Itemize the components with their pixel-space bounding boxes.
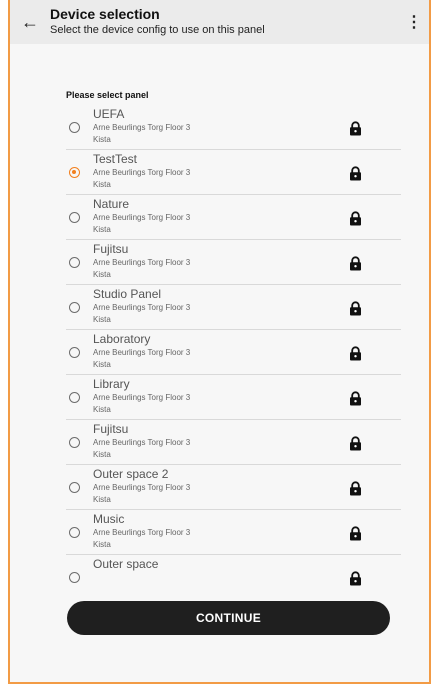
panel-name: Outer space xyxy=(93,557,159,571)
lock-icon xyxy=(349,121,362,136)
panel-address: Arne Beurlings Torg Floor 3 xyxy=(93,258,191,267)
list-item[interactable]: Fujitsu Arne Beurlings Torg Floor 3 Kista xyxy=(66,420,401,465)
list-item[interactable]: UEFA Arne Beurlings Torg Floor 3 Kista xyxy=(66,105,401,150)
page-subtitle: Select the device config to use on this … xyxy=(50,24,265,36)
radio-button[interactable] xyxy=(69,212,80,223)
app-frame: ← Device selection Select the device con… xyxy=(8,0,431,684)
radio-button[interactable] xyxy=(69,572,80,583)
list-item[interactable]: Laboratory Arne Beurlings Torg Floor 3 Kis… xyxy=(66,330,401,375)
panel-name: Laboratory xyxy=(93,332,151,346)
lock-icon xyxy=(349,211,362,226)
lock-icon xyxy=(349,166,362,181)
panel-address: Arne Beurlings Torg Floor 3 xyxy=(93,303,191,312)
radio-button[interactable] xyxy=(69,527,80,538)
panel-name: Nature xyxy=(93,197,130,211)
list-item[interactable]: Outer space xyxy=(66,555,401,593)
lock-icon xyxy=(349,301,362,316)
radio-button[interactable] xyxy=(69,302,80,313)
panel-city: Kista xyxy=(93,540,111,549)
panel-address: Arne Beurlings Torg Floor 3 xyxy=(93,213,191,222)
panel-name: Music xyxy=(93,512,125,526)
more-options-button[interactable]: ⋮ xyxy=(399,0,429,44)
panel-city: Kista xyxy=(93,495,111,504)
list-item[interactable]: TestTest Arne Beurlings Torg Floor 3 Kista xyxy=(66,150,401,195)
panel-city: Kista xyxy=(93,180,111,189)
page-title: Device selection xyxy=(50,6,160,22)
list-label: Please select panel xyxy=(66,90,149,100)
list-item[interactable]: Studio Panel Arne Beurlings Torg Floor 3 K… xyxy=(66,285,401,330)
list-item[interactable]: Nature Arne Beurlings Torg Floor 3 Kista xyxy=(66,195,401,240)
lock-icon xyxy=(349,436,362,451)
panel-list[interactable]: UEFA Arne Beurlings Torg Floor 3 Kista Test… xyxy=(66,105,401,593)
lock-icon xyxy=(349,256,362,271)
more-vertical-icon: ⋮ xyxy=(406,14,422,31)
radio-button[interactable] xyxy=(69,167,80,178)
radio-button[interactable] xyxy=(69,122,80,133)
panel-name: Studio Panel xyxy=(93,287,162,301)
lock-icon xyxy=(349,481,362,496)
panel-name: TestTest xyxy=(93,152,138,166)
header-titles: Device selection Select the device confi… xyxy=(50,0,399,38)
list-item[interactable]: Library Arne Beurlings Torg Floor 3 Kista xyxy=(66,375,401,420)
radio-button[interactable] xyxy=(69,482,80,493)
lock-icon xyxy=(349,346,362,361)
radio-button[interactable] xyxy=(69,257,80,268)
radio-button[interactable] xyxy=(69,347,80,358)
panel-city: Kista xyxy=(93,135,111,144)
panel-address: Arne Beurlings Torg Floor 3 xyxy=(93,438,191,447)
list-item[interactable]: Fujitsu Arne Beurlings Torg Floor 3 Kista xyxy=(66,240,401,285)
lock-icon xyxy=(349,526,362,541)
panel-city: Kista xyxy=(93,225,111,234)
panel-city: Kista xyxy=(93,270,111,279)
list-item[interactable]: Outer space 2 Arne Beurlings Torg Floor 3… xyxy=(66,465,401,510)
panel-name: UEFA xyxy=(93,107,125,121)
app-bar: ← Device selection Select the device con… xyxy=(10,0,429,44)
panel-address: Arne Beurlings Torg Floor 3 xyxy=(93,528,191,537)
panel-address: Arne Beurlings Torg Floor 3 xyxy=(93,168,191,177)
panel-address: Arne Beurlings Torg Floor 3 xyxy=(93,393,191,402)
panel-address: Arne Beurlings Torg Floor 3 xyxy=(93,483,191,492)
list-item[interactable]: Music Arne Beurlings Torg Floor 3 Kista xyxy=(66,510,401,555)
lock-icon xyxy=(349,571,362,586)
panel-name: Library xyxy=(93,377,130,391)
back-button[interactable]: ← xyxy=(10,0,50,44)
arrow-left-icon: ← xyxy=(21,11,39,32)
panel-address: Arne Beurlings Torg Floor 3 xyxy=(93,348,191,357)
panel-name: Outer space 2 xyxy=(93,467,169,481)
panel-city: Kista xyxy=(93,315,111,324)
panel-address: Arne Beurlings Torg Floor 3 xyxy=(93,123,191,132)
panel-city: Kista xyxy=(93,450,111,459)
panel-city: Kista xyxy=(93,360,111,369)
panel-name: Fujitsu xyxy=(93,242,129,256)
panel-name: Fujitsu xyxy=(93,422,129,436)
lock-icon xyxy=(349,391,362,406)
panel-city: Kista xyxy=(93,405,111,414)
radio-button[interactable] xyxy=(69,392,80,403)
radio-button[interactable] xyxy=(69,437,80,448)
continue-button[interactable]: CONTINUE xyxy=(67,601,390,635)
